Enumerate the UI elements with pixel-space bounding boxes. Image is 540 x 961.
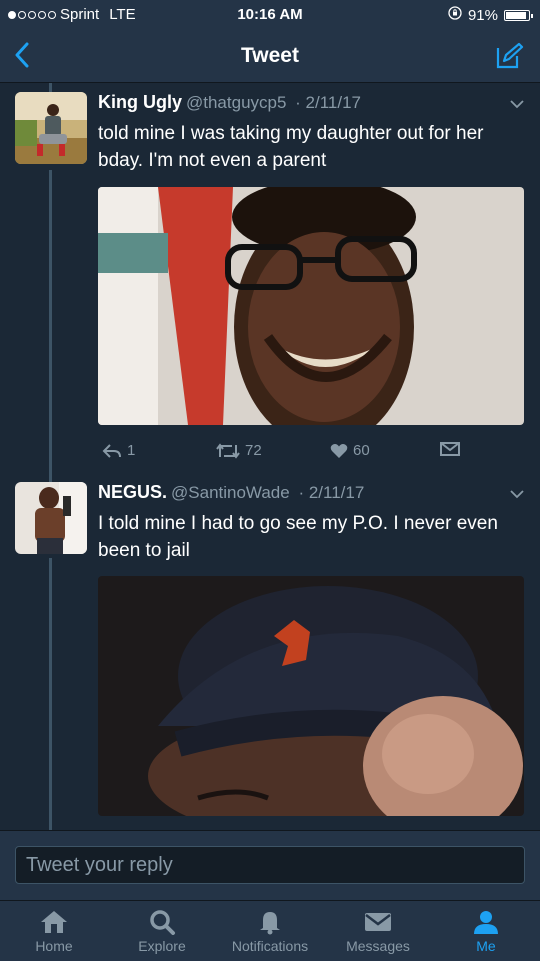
author-name[interactable]: NEGUS. <box>98 482 167 502</box>
tweet-text: I told mine I had to go see my P.O. I ne… <box>98 513 498 561</box>
tweet-date: · 2/11/17 <box>298 483 365 502</box>
tweet[interactable]: NEGUS. @SantinoWade · 2/11/17 I told mine… <box>0 482 540 822</box>
chevron-down-icon[interactable] <box>510 486 524 504</box>
battery-icon <box>504 9 533 21</box>
nav-bar: Tweet <box>0 30 540 83</box>
direct-message-button[interactable] <box>440 442 460 456</box>
reply-count: 1 <box>127 442 136 459</box>
tab-messages[interactable]: Messages <box>324 901 432 961</box>
envelope-icon <box>365 913 391 931</box>
tab-bar: Home Explore Notifications Messages Me <box>0 900 540 961</box>
retweet-icon <box>216 442 240 459</box>
tweet-header: NEGUS. @SantinoWade · 2/11/17 <box>98 482 364 503</box>
bell-icon <box>260 912 280 935</box>
person-icon <box>474 911 498 934</box>
chevron-down-icon[interactable] <box>510 96 524 114</box>
tweet-photo[interactable] <box>98 187 524 425</box>
avatar[interactable] <box>15 92 87 164</box>
status-bar: Sprint LTE 10:16 AM 91% <box>0 0 540 30</box>
battery-percent: 91% <box>467 6 498 24</box>
tab-explore[interactable]: Explore <box>108 901 216 961</box>
envelope-icon <box>440 442 460 456</box>
tab-me[interactable]: Me <box>432 901 540 961</box>
retweet-button[interactable]: 72 <box>216 442 262 459</box>
tab-label: Messages <box>346 938 410 954</box>
tab-label: Me <box>476 938 496 954</box>
like-button[interactable]: 60 <box>330 442 370 459</box>
tab-notifications[interactable]: Notifications <box>216 901 324 961</box>
author-handle[interactable]: @thatguycp5 <box>186 93 286 112</box>
tweet-actions: 1 72 60 <box>98 442 524 466</box>
retweet-count: 72 <box>245 442 262 459</box>
compose-icon[interactable] <box>494 42 524 75</box>
tweet-text: told mine I was taking my daughter out f… <box>98 123 484 171</box>
tab-label: Home <box>35 938 73 954</box>
tweet-photo[interactable] <box>98 576 524 816</box>
reply-button[interactable]: 1 <box>102 442 135 459</box>
like-count: 60 <box>353 442 370 459</box>
tweet-header: King Ugly @thatguycp5 · 2/11/17 <box>98 92 361 113</box>
reply-bar: Tweet your reply <box>0 830 540 901</box>
page-title: Tweet <box>241 44 299 67</box>
tweet[interactable]: King Ugly @thatguycp5 · 2/11/17 told mine… <box>0 92 540 472</box>
author-handle[interactable]: @SantinoWade <box>171 483 290 502</box>
search-icon <box>150 910 175 935</box>
tab-label: Notifications <box>231 938 309 954</box>
rotation-lock-icon <box>448 6 462 24</box>
heart-icon <box>330 443 348 458</box>
tweet-date: · 2/11/17 <box>295 93 362 112</box>
status-right: 91% <box>448 6 533 24</box>
tab-label: Explore <box>138 938 186 954</box>
reply-input[interactable]: Tweet your reply <box>15 846 525 884</box>
avatar[interactable] <box>15 482 87 554</box>
author-name[interactable]: King Ugly <box>98 92 182 112</box>
home-icon <box>41 911 67 933</box>
tab-home[interactable]: Home <box>0 901 108 961</box>
reply-icon <box>102 443 121 458</box>
